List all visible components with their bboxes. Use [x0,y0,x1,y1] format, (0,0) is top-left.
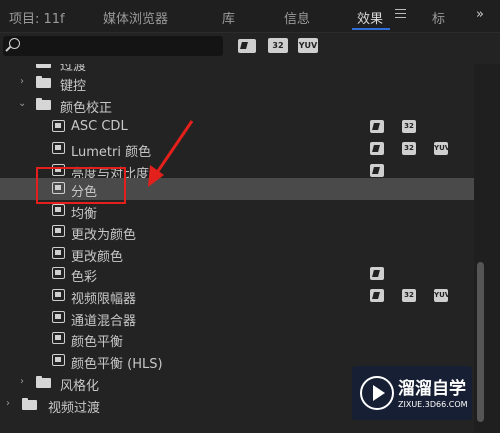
effect-icon [52,120,65,132]
effect-icon [52,354,65,366]
effect-item[interactable]: 通道混合器 [0,307,474,329]
accelerated-badge-icon [370,142,384,155]
tab-info[interactable]: 信息 [284,8,310,27]
watermark-title: 溜溜自学 [398,379,466,399]
tab-libraries[interactable]: 库 [222,8,235,27]
chevron-down-icon[interactable]: ⌄ [18,99,28,109]
accelerated-badge-icon [370,120,384,133]
search-input[interactable] [3,36,223,56]
effect-item[interactable]: ASC CDL 32 [0,116,474,138]
tab-project[interactable]: 项目: 11f [9,8,65,27]
chevron-right-icon[interactable]: › [20,77,30,87]
accelerated-effects-filter-button[interactable] [238,39,256,53]
watermark-logo: 溜溜自学 ZIXUE.3D66.COM [352,366,472,420]
annotation-arrow-icon [148,120,194,187]
effect-item[interactable]: 颜色平衡 [0,328,474,350]
effect-item[interactable]: 更改颜色 [0,243,474,265]
32bit-filter-button[interactable]: 32 [268,38,288,53]
play-logo-icon [360,376,394,410]
effect-item[interactable]: Lumetri 颜色 32 YUV [0,138,474,160]
search-icon [9,38,20,49]
tab-markers[interactable]: 标 [432,8,445,27]
tree-folder-keying[interactable]: › 键控 [0,72,474,94]
yuv-badge-icon: YUV [434,142,450,155]
32bit-badge-icon: 32 [402,142,416,155]
effect-icon [52,289,65,301]
effect-icon [52,225,65,237]
watermark-url: ZIXUE.3D66.COM [398,400,468,409]
tree-folder-color-correction[interactable]: ⌄ 颜色校正 [0,94,474,116]
folder-icon [36,98,51,110]
tab-effects[interactable]: 效果 [357,8,383,27]
double-chevron-right-icon[interactable]: » [476,7,494,25]
effect-icon [52,247,65,259]
search-row: 32 YUV [0,33,500,63]
chevron-right-icon[interactable]: › [6,399,16,409]
folder-icon [22,398,37,410]
highlight-annotation-box [36,167,126,204]
yuv-filter-button[interactable]: YUV [298,38,318,53]
chevron-right-icon[interactable]: › [20,377,30,387]
effect-item[interactable]: 更改为颜色 [0,221,474,243]
folder-icon [36,376,51,388]
effect-icon [52,267,65,279]
effect-icon [52,204,65,216]
accelerated-badge-icon [370,289,384,302]
accelerated-badge-icon [370,164,384,177]
effect-icon [52,311,65,323]
32bit-badge-icon: 32 [402,289,416,302]
tab-media-browser[interactable]: 媒体浏览器 [103,8,168,27]
32bit-badge-icon: 32 [402,120,416,133]
panel-menu-icon[interactable] [395,9,406,20]
accelerated-badge-icon [370,267,384,280]
effect-item[interactable]: 视频限幅器 32 YUV [0,285,474,307]
effect-item[interactable]: 色彩 [0,263,474,285]
yuv-badge-icon: YUV [434,289,450,302]
folder-icon [36,76,51,88]
effect-icon [52,332,65,344]
active-tab-indicator [352,28,390,30]
panel-tab-bar: 项目: 11f 媒体浏览器 库 信息 效果 标 » [0,0,500,33]
effect-icon [52,142,65,154]
folder-icon [36,64,51,68]
scrollbar-thumb[interactable] [477,262,484,422]
